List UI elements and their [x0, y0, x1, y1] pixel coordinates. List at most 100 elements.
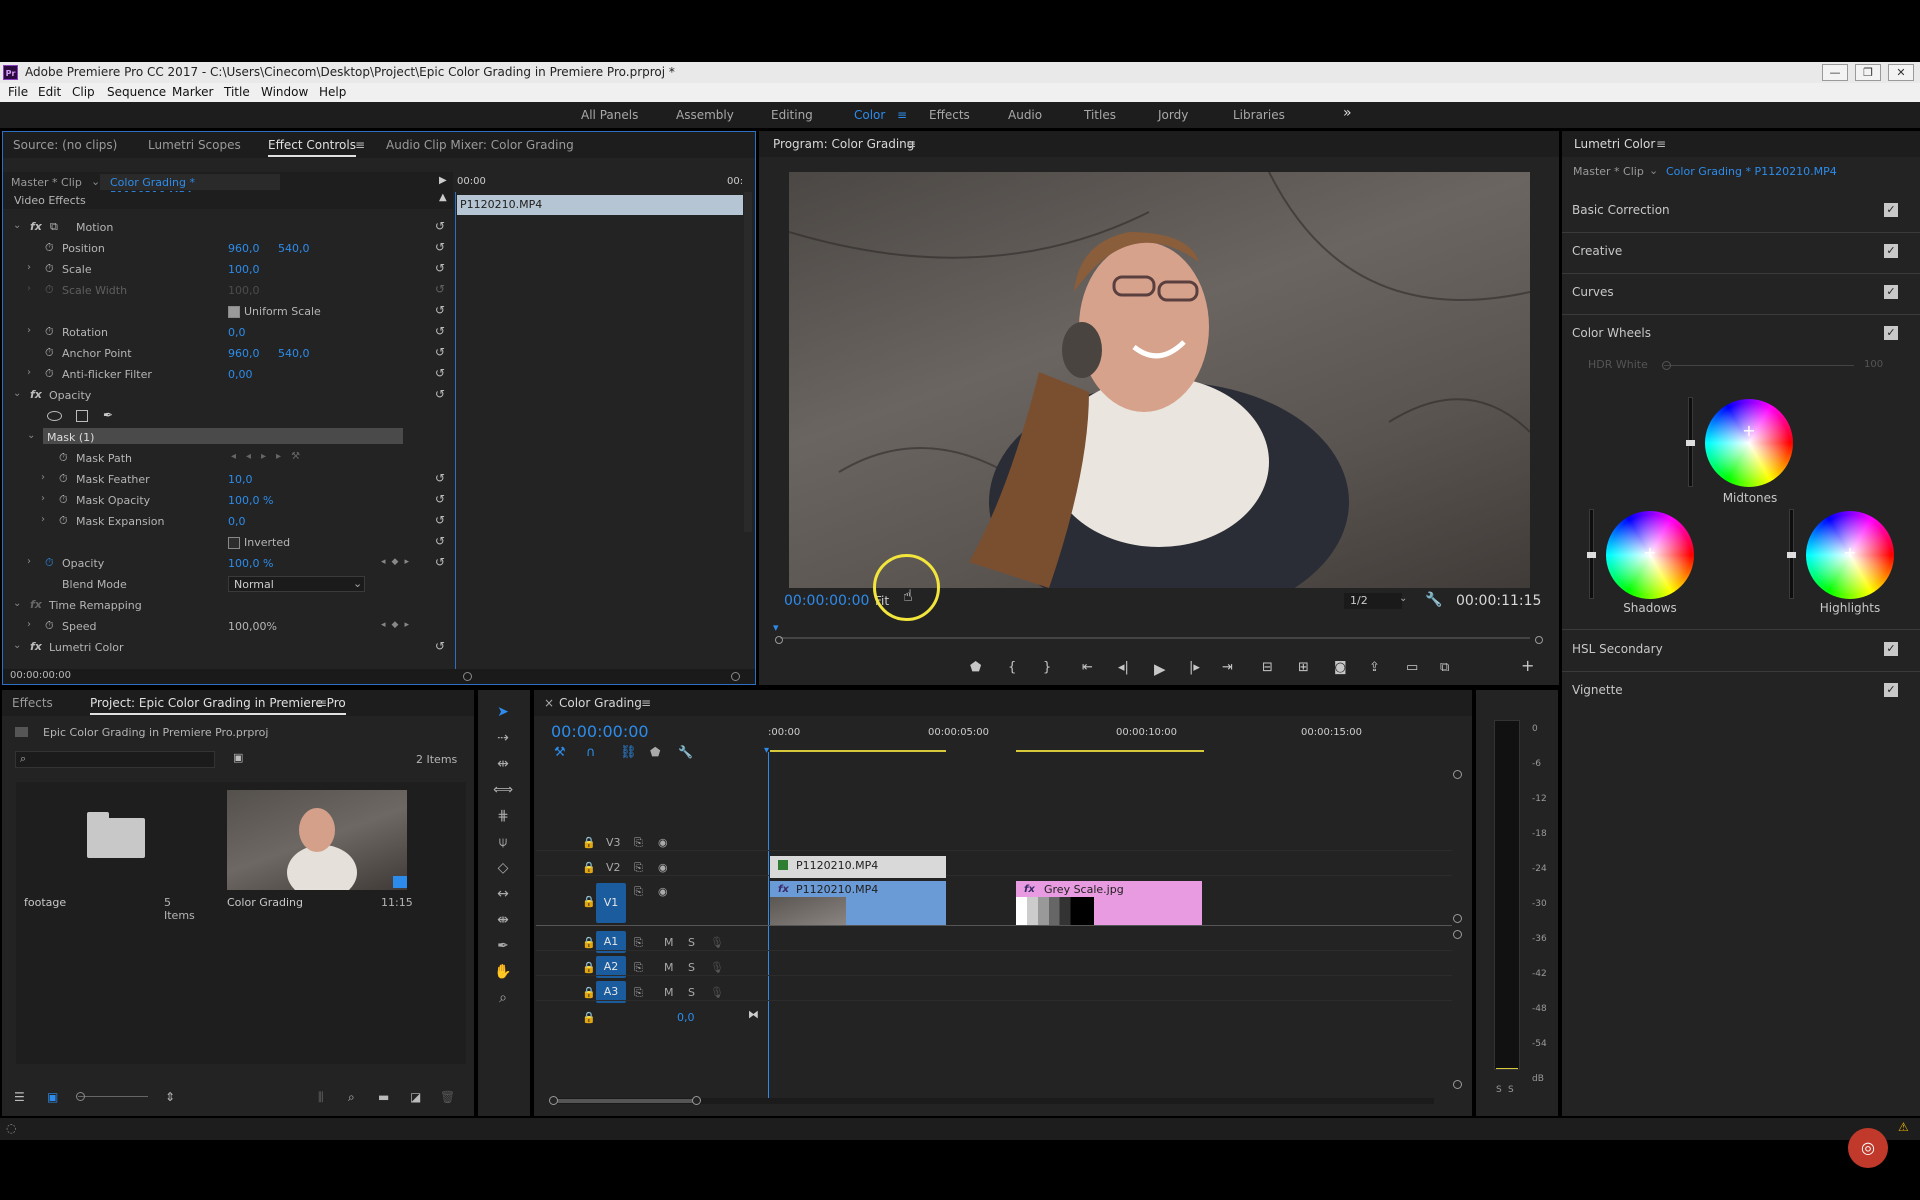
- fx-icon[interactable]: fx: [30, 220, 42, 233]
- vignette-checkbox[interactable]: ✓: [1884, 683, 1898, 697]
- workspace-assembly[interactable]: Assembly: [676, 108, 734, 122]
- lock-icon[interactable]: 🔒: [582, 961, 596, 974]
- mask-opacity-row[interactable]: › ⏱ Mask Opacity 100,0 % ↺: [3, 490, 453, 511]
- mark-out-icon[interactable]: }: [1043, 660, 1051, 675]
- stopwatch-active-icon[interactable]: ⏱: [45, 556, 54, 570]
- mask-track-controls[interactable]: ◂◂▸▸⚒: [231, 451, 310, 462]
- nest-toggle-icon[interactable]: ⚒: [554, 745, 566, 760]
- reset-icon[interactable]: ↺: [435, 240, 445, 254]
- workspace-libraries[interactable]: Libraries: [1233, 108, 1285, 122]
- position-y-value[interactable]: 540,0: [278, 242, 310, 255]
- selection-tool-icon[interactable]: ➤: [492, 704, 514, 724]
- motion-row[interactable]: ⌄ fx ⧉ Motion ↺: [3, 217, 453, 238]
- reset-icon[interactable]: ↺: [435, 366, 445, 380]
- export-frame-icon[interactable]: ⇪: [1369, 660, 1380, 675]
- bin-footage[interactable]: footage 5 Items: [22, 790, 195, 922]
- razor-tool-icon[interactable]: ◇: [492, 860, 514, 880]
- minimize-button[interactable]: —: [1822, 64, 1848, 81]
- ripple-edit-tool-icon[interactable]: ⇹: [492, 756, 514, 776]
- rotation-row[interactable]: › ⏱ Rotation 0,0 ↺: [3, 322, 453, 343]
- reset-icon[interactable]: ↺: [435, 387, 445, 401]
- close-sequence-icon[interactable]: ×: [544, 696, 554, 710]
- panel-menu-icon[interactable]: ≡: [906, 137, 916, 151]
- stopwatch-icon[interactable]: ⏱: [59, 472, 68, 486]
- go-to-out-icon[interactable]: ⇥: [1222, 660, 1233, 675]
- scrub-end-handle[interactable]: [1535, 636, 1543, 644]
- list-view-icon[interactable]: ☰: [14, 1090, 25, 1104]
- resolution-dropdown[interactable]: 1/2: [1344, 593, 1402, 609]
- trash-icon[interactable]: 🗑: [440, 1090, 455, 1104]
- clip-v1-p1120210[interactable]: fx P1120210.MP4: [770, 881, 946, 925]
- eye-icon[interactable]: ◉: [658, 861, 668, 874]
- clip-v1-grey-scale[interactable]: fx Grey Scale.jpg: [1016, 881, 1202, 925]
- video-scroll-top-handle[interactable]: [1453, 770, 1462, 779]
- stopwatch-icon[interactable]: ⏱: [45, 262, 54, 276]
- workspace-effects[interactable]: Effects: [929, 108, 970, 122]
- anchor-x-value[interactable]: 960,0: [228, 347, 260, 360]
- ec-zoom-start-handle[interactable]: [463, 672, 472, 681]
- mask-expansion-value[interactable]: 0,0: [228, 515, 246, 528]
- fx-icon[interactable]: fx: [30, 388, 42, 401]
- sync-lock-icon[interactable]: ⎘: [634, 861, 643, 875]
- stopwatch-icon[interactable]: ⏱: [45, 346, 54, 360]
- opacity-row[interactable]: › ⏱ Opacity 100,0 % ◂◆▸ ↺: [3, 553, 453, 574]
- find-icon[interactable]: ⌕: [348, 1090, 355, 1105]
- workspace-color[interactable]: Color: [854, 108, 885, 122]
- workspace-menu-icon[interactable]: ≡: [897, 108, 907, 122]
- razor-alt-tool-icon[interactable]: ⍦: [492, 834, 514, 854]
- tab-effects[interactable]: Effects: [12, 696, 53, 710]
- meter-solo-right[interactable]: S: [1508, 1085, 1514, 1095]
- menu-marker[interactable]: Marker: [172, 85, 213, 99]
- thumb-zoom-slider[interactable]: [78, 1096, 148, 1097]
- add-button-icon[interactable]: +: [1521, 656, 1534, 675]
- workspace-all-panels[interactable]: All Panels: [581, 108, 638, 122]
- workspace-overflow-icon[interactable]: »: [1343, 105, 1352, 121]
- hand-tool-icon[interactable]: ✋: [492, 964, 514, 984]
- menu-clip[interactable]: Clip: [72, 85, 95, 99]
- reset-icon[interactable]: ↺: [435, 261, 445, 275]
- scrub-start-handle[interactable]: [775, 636, 783, 644]
- position-row[interactable]: ⏱ Position 960,0 540,0 ↺: [3, 238, 453, 259]
- ellipse-mask-icon[interactable]: [47, 411, 62, 421]
- icon-view-icon[interactable]: ▣: [47, 1090, 58, 1104]
- sync-lock-icon[interactable]: ⎘: [634, 986, 643, 1000]
- panel-menu-icon[interactable]: ≡: [1656, 137, 1666, 151]
- zoom-tool-icon[interactable]: ⌕: [492, 990, 514, 1010]
- fx-icon[interactable]: fx: [30, 640, 42, 653]
- eye-icon[interactable]: ◉: [658, 836, 668, 849]
- sync-lock-icon[interactable]: ⎘: [634, 885, 643, 899]
- comment-icon[interactable]: ▭: [1406, 660, 1418, 675]
- reset-icon[interactable]: ↺: [435, 324, 445, 338]
- reset-icon[interactable]: ↺: [435, 555, 445, 569]
- new-bin-from-search-icon[interactable]: ▣: [233, 751, 243, 764]
- panel-menu-icon[interactable]: ≡: [641, 696, 651, 710]
- sort-icon[interactable]: ⇕: [165, 1090, 175, 1104]
- go-to-in-icon[interactable]: ⇤: [1082, 660, 1093, 675]
- mask-feather-row[interactable]: › ⏱ Mask Feather 10,0 ↺: [3, 469, 453, 490]
- add-marker-icon[interactable]: ⬟: [970, 660, 981, 675]
- vignette-section[interactable]: Vignette ✓: [1562, 671, 1920, 712]
- menu-title[interactable]: Title: [224, 85, 250, 99]
- midtones-color-wheel[interactable]: +: [1705, 399, 1793, 487]
- tab-effect-controls[interactable]: Effect Controls: [268, 138, 356, 157]
- play-button-icon[interactable]: ▶: [1154, 660, 1166, 678]
- rolling-edit-tool-icon[interactable]: ⟺: [492, 782, 514, 802]
- speed-row[interactable]: › ⏱ Speed 100,00% ◂◆▸: [3, 616, 453, 637]
- menu-help[interactable]: Help: [319, 85, 346, 99]
- mask-path-row[interactable]: ⏱ Mask Path ◂◂▸▸⚒: [3, 448, 453, 469]
- blend-mode-row[interactable]: Blend Mode Normal ⌄: [3, 574, 453, 595]
- pen-mask-icon[interactable]: ✒: [103, 408, 113, 422]
- ec-playhead[interactable]: [455, 192, 456, 672]
- scale-row[interactable]: › ⏱ Scale 100,0 ↺: [3, 259, 453, 280]
- chevron-down-icon[interactable]: ⌄: [1649, 164, 1658, 177]
- timeline-ruler[interactable]: :00:00 00:00:05:00 00:00:10:00 00:00:15:…: [768, 720, 1448, 760]
- step-back-icon[interactable]: ◂|: [1118, 660, 1129, 675]
- solo-button[interactable]: S: [688, 961, 695, 974]
- meter-solo-left[interactable]: S: [1496, 1085, 1502, 1095]
- panel-menu-icon[interactable]: ≡: [355, 138, 365, 152]
- chevron-down-icon[interactable]: ⌄: [1399, 593, 1407, 604]
- sync-lock-icon[interactable]: ⎘: [634, 961, 643, 975]
- keyframe-nav-icon[interactable]: ◂◆▸: [381, 620, 415, 630]
- pen-tool-icon[interactable]: ✒: [492, 938, 514, 958]
- zoom-end-handle[interactable]: [692, 1096, 701, 1105]
